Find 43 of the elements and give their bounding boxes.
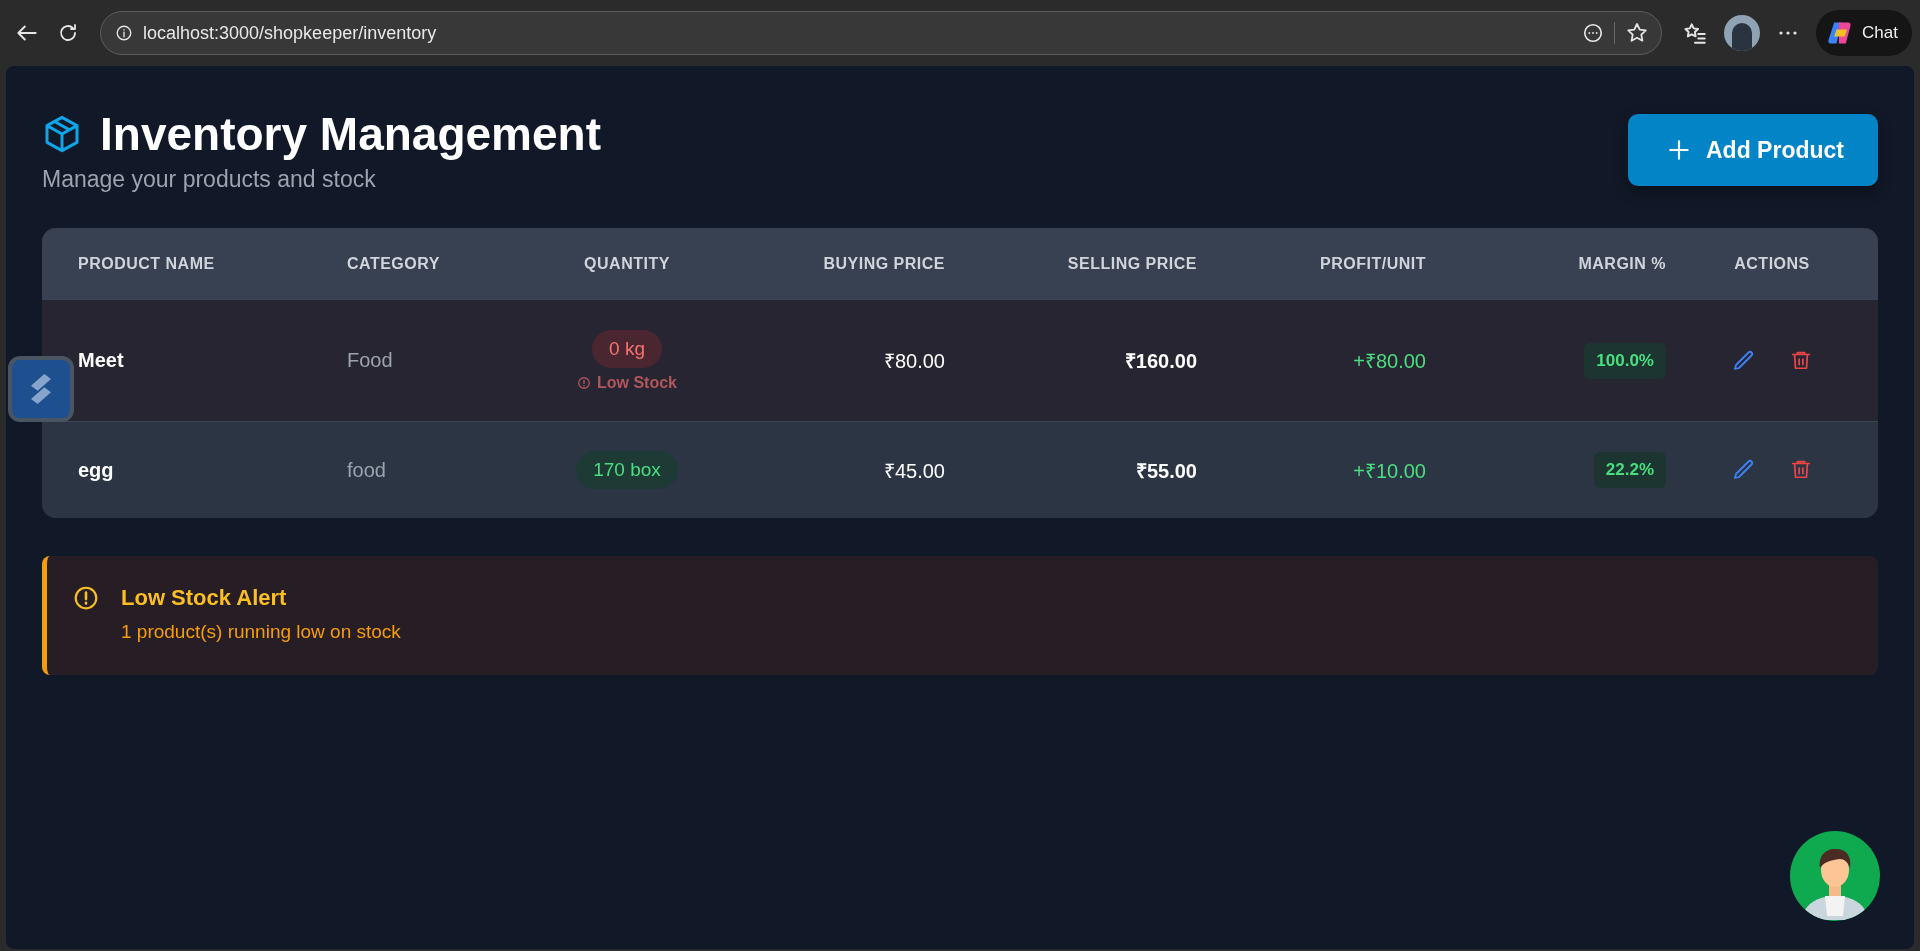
column-header: MARGIN % [1577,254,1666,273]
edit-icon[interactable] [1732,348,1756,373]
table-cell-text: ₹160.00 [1123,349,1198,374]
table-cell-text: ₹80.00 [882,349,946,374]
column-header: ACTIONS [1733,254,1811,273]
star-icon[interactable] [1625,21,1650,45]
more-options-icon[interactable] [1582,22,1605,44]
column-header: PROFIT/UNIT [1319,254,1427,273]
delete-icon[interactable] [1790,458,1812,480]
column-header: CATEGORY [346,254,441,273]
url-text: localhost:3000/shopkeeper/inventory [143,22,437,44]
table-cell-text: +₹80.00 [1352,349,1427,374]
table-cell-text: +₹10.00 [1352,458,1427,484]
alert-icon [577,375,591,390]
add-product-button[interactable]: Add Product [1628,114,1878,186]
page-title: Inventory Management [100,107,601,162]
margin-badge: 22.2% [1593,452,1666,488]
table-cell-text: egg [77,458,115,482]
table-cell-text: Food [346,349,394,372]
alert-title: Low Stock Alert [121,585,288,611]
table-cell-text: ₹55.00 [1134,458,1198,484]
quantity-badge: 0 kg [592,329,662,368]
floating-widget-icon[interactable] [8,356,74,422]
column-header: BUYING PRICE [822,254,946,273]
column-header: SELLING PRICE [1066,254,1198,273]
favorites-icon[interactable] [1682,20,1709,46]
quantity-badge: 170 box [576,451,678,489]
column-header: PRODUCT NAME [77,254,216,273]
info-icon[interactable] [115,24,133,42]
edit-icon[interactable] [1732,458,1756,482]
chat-button[interactable]: Chat [1816,10,1912,56]
profile-avatar[interactable] [1724,15,1761,51]
table-cell-text: Meet [77,349,125,372]
address-bar[interactable]: localhost:3000/shopkeeper/inventory [100,11,1663,55]
page-subtitle: Manage your products and stock [42,166,377,193]
alert-message: 1 product(s) running low on stock [121,621,401,643]
margin-badge: 100.0% [1584,342,1666,379]
column-header: QUANTITY [583,254,671,273]
low-stock-label: Low Stock [597,373,677,392]
plus-icon [1666,137,1692,163]
table-cell-text: ₹45.00 [882,458,946,484]
warning-icon [73,585,99,611]
table-cell-text: food [346,458,387,482]
